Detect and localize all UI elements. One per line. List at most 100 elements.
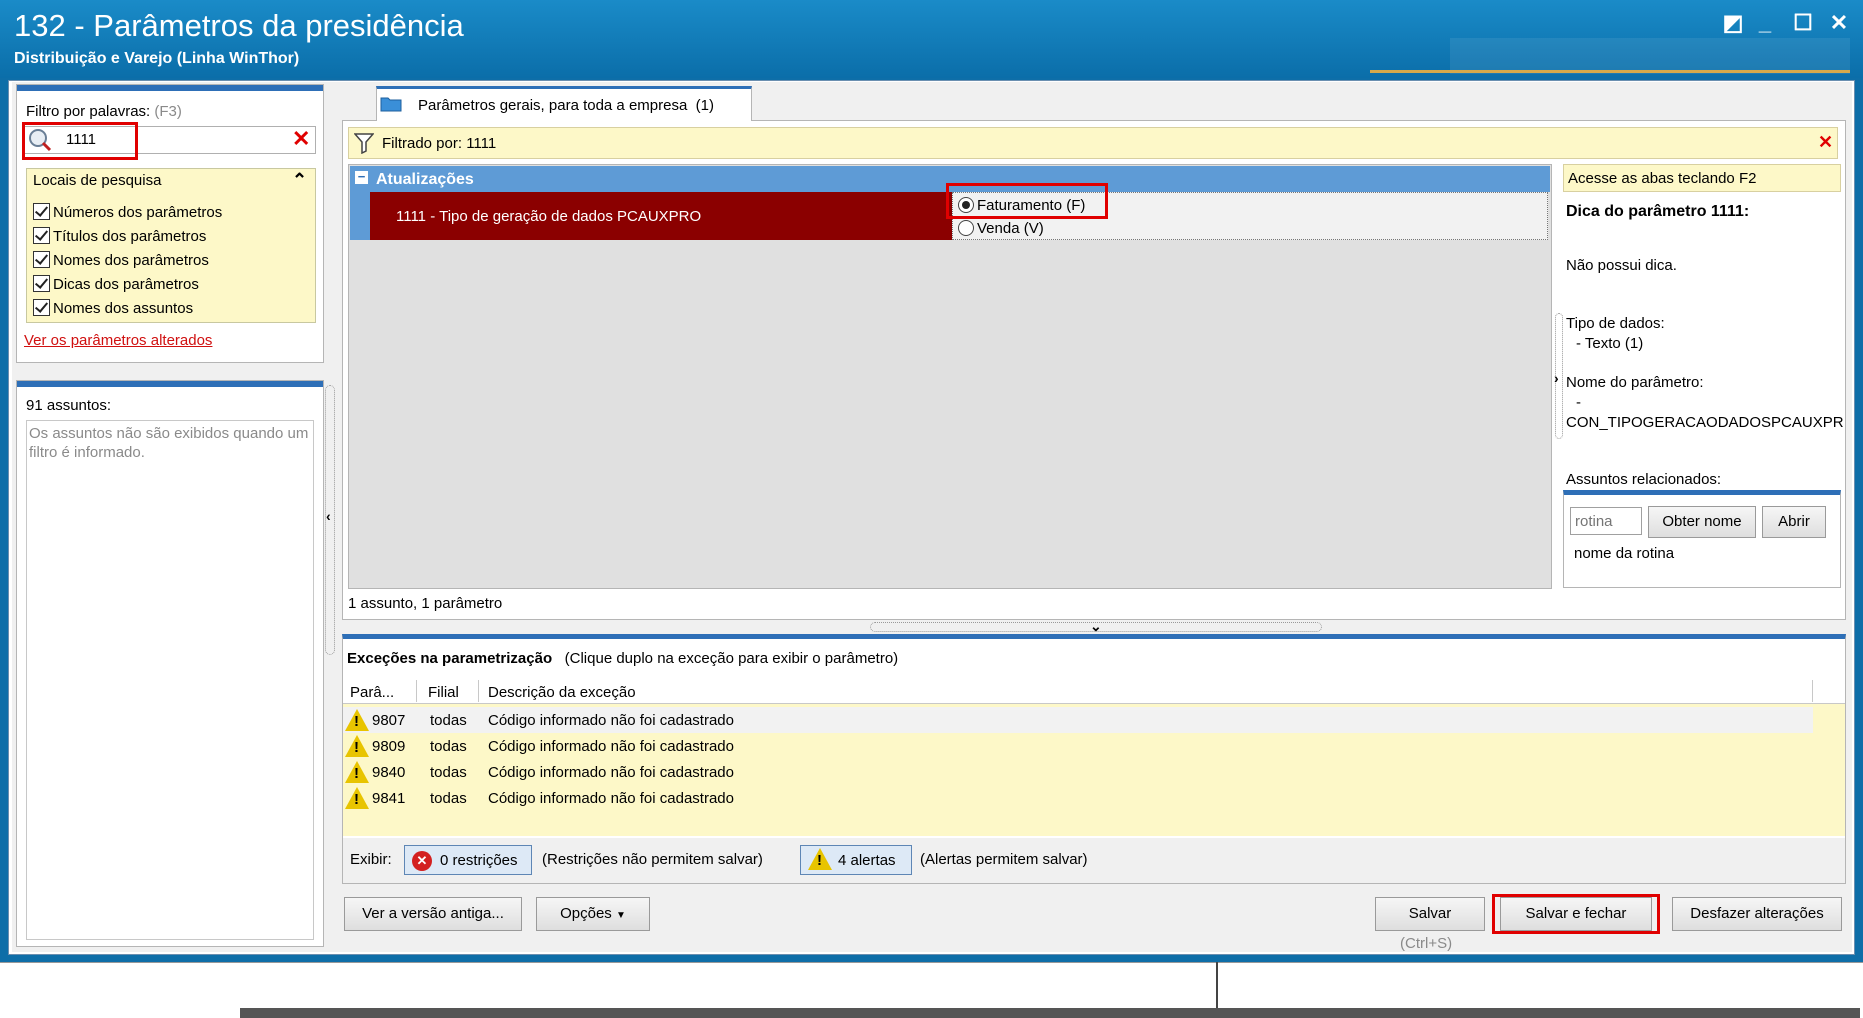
save-shortcut: (Ctrl+S)	[1400, 935, 1453, 952]
checkbox-icon[interactable]	[33, 275, 50, 292]
option-numeros[interactable]: Números dos parâmetros	[33, 203, 222, 221]
rotina-input[interactable]	[1570, 507, 1642, 535]
filter-shortcut: (F3)	[154, 103, 182, 120]
rotina-name: nome da rotina	[1574, 545, 1675, 562]
highlight-option	[946, 183, 1108, 219]
checkbox-icon[interactable]	[33, 227, 50, 244]
filter-input[interactable]: 1111	[66, 131, 96, 148]
horizontal-scrollbar[interactable]	[240, 1008, 1860, 1018]
minimize-button[interactable]: _	[1752, 10, 1778, 36]
radio-label: Venda (V)	[977, 220, 1044, 237]
param-name-dash: -	[1576, 394, 1581, 411]
old-version-button[interactable]: Ver a versão antiga...	[344, 897, 522, 931]
param-name-label: Nome do parâmetro:	[1566, 374, 1704, 391]
warning-icon	[345, 709, 369, 731]
option-label: Nomes dos parâmetros	[53, 252, 209, 269]
save-button[interactable]: Salvar	[1375, 897, 1485, 931]
restrictions-count: 0 restrições	[440, 852, 518, 869]
subjects-list[interactable]	[26, 420, 314, 940]
row-param: 9809	[372, 738, 406, 755]
clear-filter-icon[interactable]: ✕	[292, 126, 310, 152]
subjects-hint: Os assuntos não são exibidos quando um f…	[29, 425, 309, 461]
search-locations-title: Locais de pesquisa	[33, 172, 162, 189]
undo-changes-button[interactable]: Desfazer alterações	[1672, 897, 1842, 931]
tips-title: Dica do parâmetro 1111:	[1566, 203, 1750, 220]
related-box	[1563, 490, 1841, 588]
maximize-button[interactable]: ☐	[1790, 10, 1816, 36]
chevron-down-icon[interactable]: ⌄	[1090, 618, 1102, 635]
row-filial: todas	[430, 764, 467, 781]
chevron-left-icon[interactable]: ‹	[326, 508, 331, 524]
row-filial: todas	[430, 738, 467, 755]
warning-icon	[345, 787, 369, 809]
collapse-icon[interactable]: ⌃	[292, 170, 307, 191]
exceptions-hint: (Clique duplo na exceção para exibir o p…	[564, 650, 899, 667]
search-icon	[28, 128, 52, 152]
row-filial: todas	[430, 790, 467, 807]
row-filial: todas	[430, 712, 467, 729]
options-button[interactable]: Opções ▼	[536, 897, 650, 931]
alerts-hint: (Alertas permitem salvar)	[920, 851, 1088, 868]
chevron-right-icon[interactable]: ›	[1554, 370, 1559, 386]
exibir-label: Exibir:	[350, 851, 392, 868]
filter-label-text: Filtro por palavras:	[26, 103, 151, 120]
abrir-button[interactable]: Abrir	[1762, 506, 1826, 538]
column-header[interactable]: Filial	[428, 684, 459, 701]
title-decoration-line	[1370, 70, 1850, 73]
option-assuntos[interactable]: Nomes dos assuntos	[33, 299, 193, 317]
param-name-value: CON_TIPOGERACAODADOSPCAUXPR	[1566, 414, 1844, 431]
row-param: 9841	[372, 790, 406, 807]
row-desc: Código informado não foi cadastrado	[488, 790, 734, 807]
window-subtitle: Distribuição e Varejo (Linha WinThor)	[14, 50, 300, 67]
column-separator	[1812, 680, 1813, 702]
tips-body: Não possui dica.	[1566, 257, 1677, 274]
panel-accent-bar	[17, 85, 323, 91]
parameter-label: 1111 - Tipo de geração de dados PCAUXPRO	[396, 208, 702, 225]
data-type-value: - Texto (1)	[1576, 335, 1644, 352]
error-icon: ✕	[412, 851, 432, 871]
group-band	[350, 192, 370, 240]
checkbox-icon[interactable]	[33, 203, 50, 220]
tab-count: (1)	[695, 97, 714, 114]
option-label: Dicas dos parâmetros	[53, 276, 199, 293]
tips-header-text: Acesse as abas teclando F2	[1568, 170, 1757, 187]
filter-status-text: Filtrado por: 1111	[382, 135, 497, 152]
data-type-label: Tipo de dados:	[1566, 315, 1665, 332]
row-param: 9807	[372, 712, 406, 729]
filter-label: Filtro por palavras: (F3)	[26, 103, 182, 120]
highlight-save-close	[1492, 894, 1660, 934]
warning-icon	[808, 848, 832, 870]
folder-icon	[380, 96, 402, 112]
column-header[interactable]: Parâ...	[350, 684, 394, 701]
changed-params-link[interactable]: Ver os parâmetros alterados	[24, 332, 212, 349]
exceptions-title-text: Exceções na parametrização	[347, 650, 553, 667]
column-separator	[478, 680, 479, 702]
row-desc: Código informado não foi cadastrado	[488, 712, 734, 729]
clear-filter-status-icon[interactable]: ✕	[1818, 132, 1833, 153]
warning-icon	[345, 761, 369, 783]
tab-label-text: Parâmetros gerais, para toda a empresa	[418, 97, 688, 114]
checkbox-icon[interactable]	[33, 251, 50, 268]
warning-icon	[345, 735, 369, 757]
obter-nome-button[interactable]: Obter nome	[1648, 506, 1756, 538]
column-header[interactable]: Descrição da exceção	[488, 684, 636, 701]
exceptions-title: Exceções na parametrização (Clique duplo…	[347, 650, 898, 667]
option-venda[interactable]: Venda (V)	[958, 220, 1044, 237]
checkbox-icon[interactable]	[33, 299, 50, 316]
option-nomes[interactable]: Nomes dos parâmetros	[33, 251, 209, 269]
dropdown-arrow-icon: ▼	[615, 910, 626, 921]
filter-status-bar	[348, 127, 1838, 159]
group-title: Atualizações	[376, 171, 474, 188]
restore-icon[interactable]: ◩	[1720, 10, 1746, 36]
option-label: Números dos parâmetros	[53, 204, 223, 221]
option-titulos[interactable]: Títulos dos parâmetros	[33, 227, 206, 245]
alerts-count: 4 alertas	[838, 852, 896, 869]
collapse-group-icon[interactable]: −	[355, 170, 368, 184]
options-label: Opções	[560, 905, 612, 922]
option-dicas[interactable]: Dicas dos parâmetros	[33, 275, 199, 293]
option-label: Títulos dos parâmetros	[53, 228, 207, 245]
restrictions-hint: (Restrições não permitem salvar)	[542, 851, 763, 868]
close-button[interactable]: ✕	[1826, 10, 1852, 36]
tab-label: Parâmetros gerais, para toda a empresa (…	[418, 97, 714, 114]
radio-icon[interactable]	[958, 220, 974, 236]
